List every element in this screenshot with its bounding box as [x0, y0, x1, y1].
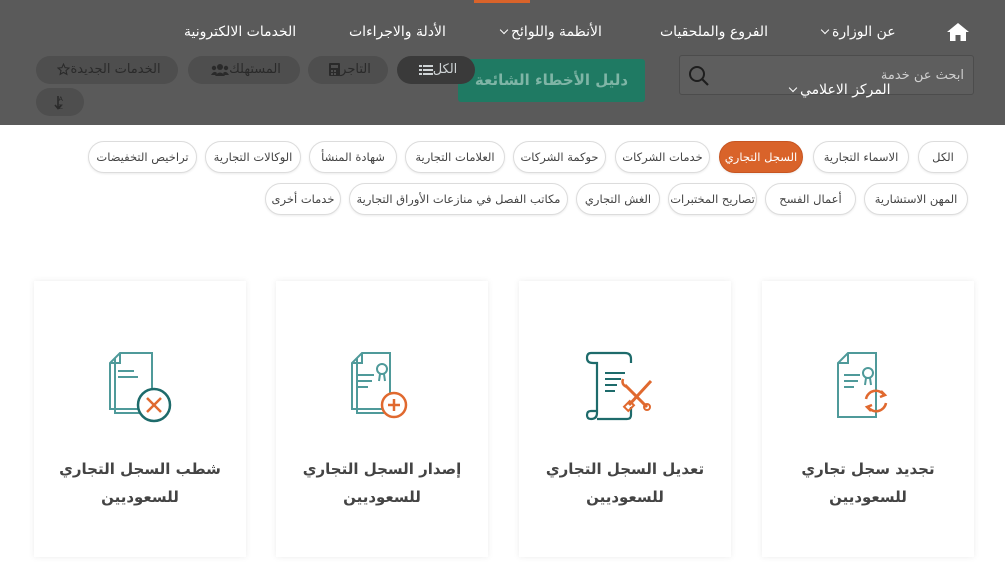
nav-about-ministry[interactable]: عن الوزارة — [818, 24, 896, 40]
nav-guides-label: الأدلة والاجراءات — [349, 24, 446, 40]
nav-regulations[interactable]: الأنظمة واللوائح — [497, 24, 602, 40]
card-title: تعديل السجل التجاري للسعوديين — [545, 460, 705, 506]
audience-consumer-label: المستهلك — [229, 62, 281, 77]
filter-chip-commercial-fraud[interactable]: الغش التجاري — [576, 183, 660, 215]
calculator-icon — [329, 63, 341, 76]
card-title: شطب السجل التجاري للسعوديين — [59, 460, 221, 506]
audience-merchant-label: التاجر — [340, 62, 371, 77]
filter-chip-consulting-professions[interactable]: المهن الاستشارية — [864, 183, 968, 215]
chevron-down-icon — [820, 25, 830, 35]
document-edit-tools-icon — [585, 351, 653, 421]
chevron-down-icon — [499, 25, 509, 35]
service-card-delete[interactable]: شطب السجل التجاري للسعوديين — [34, 281, 246, 557]
document-add-icon — [351, 352, 408, 419]
service-card-issue[interactable]: إصدار السجل التجاري للسعوديين — [276, 281, 488, 557]
top-header: عن الوزارة الفروع والملحقيات الأنظمة وال… — [0, 0, 1005, 125]
document-renew-icon — [837, 352, 888, 418]
card-title: إصدار السجل التجاري للسعوديين — [302, 460, 462, 506]
filter-chip-company-services[interactable]: خدمات الشركات — [615, 141, 710, 173]
new-services-pill[interactable]: الخدمات الجديدة — [36, 56, 178, 84]
nav-media-center-label: المركز الاعلامي — [800, 82, 891, 98]
audience-merchant-pill[interactable]: التاجر — [308, 56, 388, 84]
audience-consumer-pill[interactable]: المستهلك — [188, 56, 300, 84]
filter-chip-discount-licenses[interactable]: تراخيص التخفيضات — [88, 141, 197, 173]
nav-regulations-label: الأنظمة واللوائح — [511, 24, 602, 40]
svg-text:A: A — [59, 95, 64, 103]
card-title: تجديد سجل تجاري للسعوديين — [801, 460, 935, 506]
filter-chip-clearance-works[interactable]: أعمال الفسح — [765, 183, 856, 215]
filter-chip-other-services[interactable]: خدمات أخرى — [265, 183, 341, 215]
filter-chip-trademarks[interactable]: العلامات التجارية — [405, 141, 505, 173]
filter-chip-commercial-register[interactable]: السجل التجاري — [719, 141, 803, 173]
common-mistakes-button[interactable]: دليل الأخطاء الشائعة — [458, 59, 645, 102]
star-icon — [57, 62, 71, 76]
filter-chip-all[interactable]: الكل — [918, 141, 968, 173]
filter-chip-lab-permits[interactable]: تصاريح المختبرات — [668, 183, 757, 215]
filter-chip-dispute-offices[interactable]: مكاتب الفصل في منازعات الأوراق التجارية — [349, 183, 568, 215]
nav-about-ministry-label: عن الوزارة — [832, 24, 896, 40]
header-accent-line — [474, 0, 530, 3]
chevron-down-icon — [788, 83, 798, 93]
nav-media-center[interactable]: المركز الاعلامي — [786, 82, 891, 98]
audience-all-pill[interactable]: الكل — [397, 56, 475, 84]
svg-text:Z: Z — [59, 103, 64, 110]
search-icon[interactable] — [688, 65, 710, 87]
filter-chip-corporate-governance[interactable]: حوكمة الشركات — [513, 141, 606, 173]
filter-chip-commercial-agencies[interactable]: الوكالات التجارية — [205, 141, 301, 173]
nav-eservices-label: الخدمات الالكترونية — [184, 24, 297, 40]
filter-chip-trade-names[interactable]: الاسماء التجارية — [813, 141, 909, 173]
sort-button[interactable]: AZ — [36, 88, 84, 116]
nav-guides[interactable]: الأدلة والاجراءات — [349, 24, 446, 40]
nav-branches[interactable]: الفروع والملحقيات — [660, 24, 768, 40]
users-icon — [211, 63, 230, 76]
service-card-renew[interactable]: تجديد سجل تجاري للسعوديين — [762, 281, 974, 557]
new-services-label: الخدمات الجديدة — [70, 62, 161, 77]
service-card-edit[interactable]: تعديل السجل التجاري للسعوديين — [519, 281, 731, 557]
home-icon[interactable] — [946, 22, 970, 42]
filter-chip-origin-certificate[interactable]: شهادة المنشأ — [309, 141, 397, 173]
nav-eservices[interactable]: الخدمات الالكترونية — [184, 24, 296, 40]
list-icon — [418, 64, 433, 75]
audience-all-label: الكل — [432, 62, 458, 77]
sort-alpha-icon: AZ — [54, 95, 64, 111]
nav-branches-label: الفروع والملحقيات — [660, 24, 768, 40]
document-delete-icon — [109, 352, 172, 423]
